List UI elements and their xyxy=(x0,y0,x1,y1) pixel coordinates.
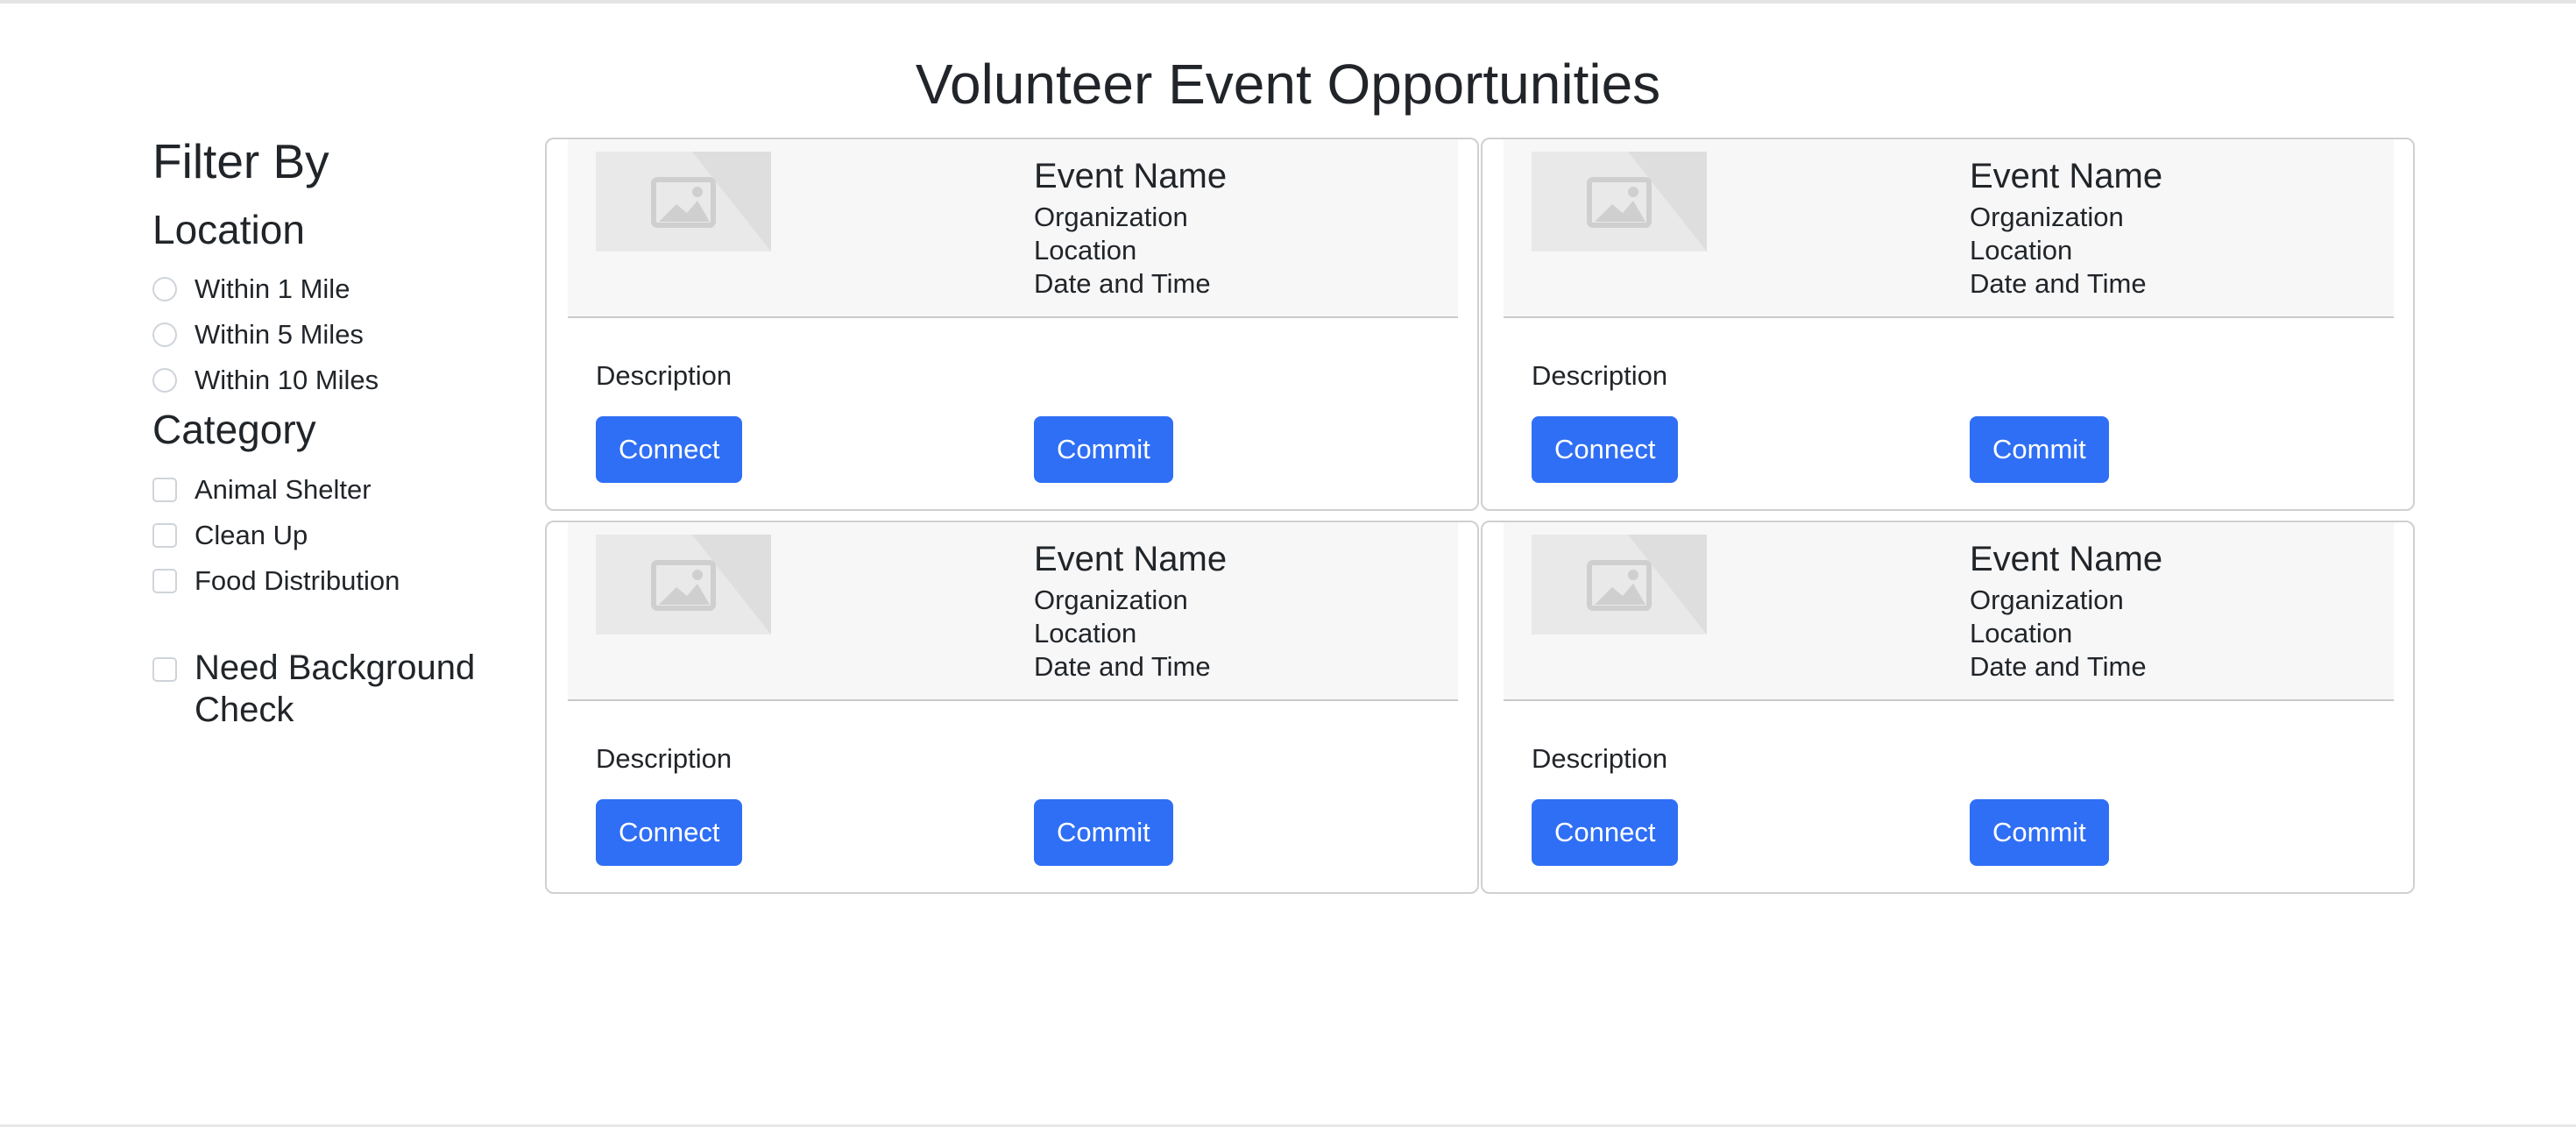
event-info: Event Name Organization Location Date an… xyxy=(1970,152,2162,301)
event-organization: Organization xyxy=(1970,585,2124,615)
event-location: Location xyxy=(1970,618,2073,649)
event-card-header: Event Name Organization Location Date an… xyxy=(1504,139,2394,318)
image-placeholder-icon xyxy=(596,152,771,252)
category-option-animal-shelter[interactable]: Animal Shelter xyxy=(152,472,372,507)
location-option-label: Within 1 Mile xyxy=(195,273,350,304)
location-option-label: Within 5 Miles xyxy=(195,319,364,350)
background-check-filter[interactable]: Need Background Check xyxy=(152,647,510,731)
event-name: Event Name xyxy=(1034,157,1228,195)
event-card-header: Event Name Organization Location Date an… xyxy=(568,139,1458,318)
commit-button[interactable]: Commit xyxy=(1034,416,1173,483)
top-border xyxy=(0,0,2576,4)
category-option-label: Animal Shelter xyxy=(195,474,372,505)
event-description: Description xyxy=(596,743,732,774)
event-name: Event Name xyxy=(1970,157,2163,195)
commit-button[interactable]: Commit xyxy=(1034,799,1173,866)
location-heading: Location xyxy=(152,207,305,252)
event-organization: Organization xyxy=(1970,202,2124,232)
location-option-1-mile[interactable]: Within 1 Mile xyxy=(152,272,350,307)
event-info: Event Name Organization Location Date an… xyxy=(1034,535,1227,684)
location-option-label: Within 10 Miles xyxy=(195,365,379,395)
event-name: Event Name xyxy=(1034,540,1228,578)
radio-button[interactable] xyxy=(152,323,177,347)
checkbox[interactable] xyxy=(152,478,177,502)
image-placeholder-icon xyxy=(596,535,771,634)
checkbox[interactable] xyxy=(152,569,177,593)
connect-button[interactable]: Connect xyxy=(1532,416,1679,483)
event-card: Event Name Organization Location Date an… xyxy=(545,138,1479,511)
event-description: Description xyxy=(1532,360,1668,391)
event-location: Location xyxy=(1034,235,1137,266)
connect-button[interactable]: Connect xyxy=(596,799,743,866)
event-datetime: Date and Time xyxy=(1970,268,2147,299)
event-location: Location xyxy=(1034,618,1137,649)
category-option-label: Food Distribution xyxy=(195,565,400,596)
event-location: Location xyxy=(1970,235,2073,266)
event-card-header: Event Name Organization Location Date an… xyxy=(1504,522,2394,701)
radio-button[interactable] xyxy=(152,277,177,301)
connect-button[interactable]: Connect xyxy=(1532,799,1679,866)
image-placeholder-icon xyxy=(1532,152,1707,252)
location-option-5-miles[interactable]: Within 5 Miles xyxy=(152,317,364,352)
commit-button[interactable]: Commit xyxy=(1970,416,2109,483)
event-info: Event Name Organization Location Date an… xyxy=(1034,152,1227,301)
event-card: Event Name Organization Location Date an… xyxy=(545,521,1479,894)
event-description: Description xyxy=(1532,743,1668,774)
event-organization: Organization xyxy=(1034,202,1188,232)
event-organization: Organization xyxy=(1034,585,1188,615)
event-card: Event Name Organization Location Date an… xyxy=(1481,138,2415,511)
category-option-food-distribution[interactable]: Food Distribution xyxy=(152,564,400,599)
radio-button[interactable] xyxy=(152,368,177,393)
image-placeholder-icon xyxy=(1532,535,1707,634)
event-datetime: Date and Time xyxy=(1034,268,1211,299)
event-name: Event Name xyxy=(1970,540,2163,578)
category-option-label: Clean Up xyxy=(195,520,308,550)
event-info: Event Name Organization Location Date an… xyxy=(1970,535,2162,684)
background-check-label: Need Background Check xyxy=(195,649,476,729)
category-heading: Category xyxy=(152,407,316,452)
connect-button[interactable]: Connect xyxy=(596,416,743,483)
location-option-10-miles[interactable]: Within 10 Miles xyxy=(152,363,379,398)
event-datetime: Date and Time xyxy=(1970,651,2147,682)
category-option-clean-up[interactable]: Clean Up xyxy=(152,518,308,553)
event-description: Description xyxy=(596,360,732,391)
checkbox[interactable] xyxy=(152,657,177,682)
commit-button[interactable]: Commit xyxy=(1970,799,2109,866)
event-datetime: Date and Time xyxy=(1034,651,1211,682)
event-card-header: Event Name Organization Location Date an… xyxy=(568,522,1458,701)
filter-heading: Filter By xyxy=(152,134,329,188)
page-title: Volunteer Event Opportunities xyxy=(915,53,1661,116)
checkbox[interactable] xyxy=(152,523,177,548)
event-card: Event Name Organization Location Date an… xyxy=(1481,521,2415,894)
